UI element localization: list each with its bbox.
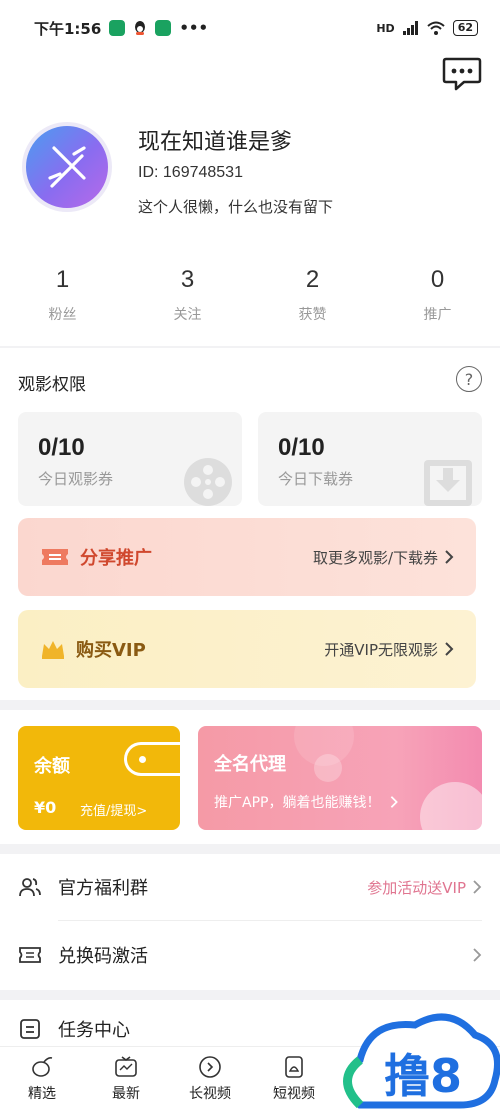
ticket-label: 今日下载券 <box>278 470 354 488</box>
stats-row: 1 粉丝 3 关注 2 获赞 0 推广 <box>0 266 500 324</box>
wallet-dot <box>139 756 146 763</box>
wifi-icon <box>427 21 445 35</box>
share-banner-action: 取更多观影/下载券 <box>312 548 438 567</box>
list-item-right <box>472 947 482 963</box>
ticket-value: 0/10 <box>38 434 85 461</box>
list-item-welfare-group[interactable]: 官方福利群 参加活动送VIP <box>0 854 500 920</box>
stat-label: 推广 <box>423 307 452 323</box>
tab-long-video[interactable]: 长视频 <box>168 1047 252 1111</box>
menu-list: 官方福利群 参加活动送VIP 兑换码激活 <box>0 854 500 990</box>
viewing-permission-section: 观影权限 ? 0/10 今日观影券 0/10 今日下载券 分享推广 取更多观影/… <box>0 348 500 700</box>
tab-label: 短视频 <box>273 1086 315 1102</box>
list-item-label: 任务中心 <box>58 1020 130 1041</box>
status-time: 下午1:56 <box>34 19 102 38</box>
list-item-label: 兑换码激活 <box>58 946 148 967</box>
avatar[interactable] <box>22 122 112 212</box>
short-video-icon <box>285 1056 303 1078</box>
group-users-icon <box>19 878 41 897</box>
profile-page: 下午1:56 ••• HD 62 现在知道谁是爹 ID: 169748531 这… <box>0 0 500 1111</box>
chevron-right-icon <box>390 796 398 808</box>
agent-subtitle-text: 推广APP，躺着也能赚钱！ <box>214 795 381 811</box>
stat-label: 关注 <box>173 307 202 323</box>
share-banner-action-wrap: 取更多观影/下载券 <box>313 547 454 568</box>
username: 现在知道谁是爹 <box>138 130 293 155</box>
help-icon[interactable]: ? <box>456 366 482 392</box>
seed-icon <box>32 1057 53 1077</box>
wallet-card[interactable]: 余额 ¥0 充值/提现> <box>18 726 180 830</box>
stat-likes[interactable]: 2 获赞 <box>250 266 375 324</box>
chevron-right-icon <box>445 550 454 564</box>
vip-banner-title: 购买VIP <box>76 640 146 661</box>
list-item-hint: 参加活动送VIP <box>367 878 466 897</box>
list-item-task-center[interactable]: 任务中心 <box>18 1016 130 1042</box>
stat-label: 获赞 <box>298 307 327 323</box>
network-label: HD <box>376 21 395 35</box>
stat-value: 2 <box>305 266 320 293</box>
shield-app-icon <box>109 20 126 36</box>
chevron-right-icon <box>473 948 482 962</box>
list-item-label: 官方福利群 <box>58 878 148 899</box>
wallet-icon <box>124 742 180 776</box>
watermark-text: 撸8 <box>384 1049 462 1103</box>
share-promotion-banner[interactable]: 分享推广 取更多观影/下载券 <box>18 518 476 596</box>
stat-value: 3 <box>180 266 195 293</box>
list-item-redeem-code[interactable]: 兑换码激活 <box>0 922 500 988</box>
profile-header: 现在知道谁是爹 ID: 169748531 这个人很懒，什么也没有留下 1 粉丝… <box>0 56 500 346</box>
vip-banner-action: 开通VIP无限观影 <box>324 640 438 659</box>
decor-bubble <box>314 754 342 782</box>
user-bio: 这个人很懒，什么也没有留下 <box>138 198 334 216</box>
battery-icon: 62 <box>452 20 478 36</box>
play-circle-icon <box>199 1056 221 1078</box>
download-box-icon <box>424 460 472 506</box>
signal-icon <box>402 21 418 35</box>
ticket-label: 今日观影券 <box>38 470 114 488</box>
tab-featured[interactable]: 精选 <box>0 1047 84 1111</box>
share-banner-title: 分享推广 <box>80 548 152 569</box>
wallet-title: 余额 <box>34 756 70 777</box>
watermark-logo: 撸8 <box>343 1013 500 1109</box>
shield-app-icon-2 <box>155 20 172 36</box>
redeem-ticket-icon <box>19 947 41 963</box>
section-title: 观影权限 <box>18 375 86 395</box>
list-item-right: 参加活动送VIP <box>367 877 482 898</box>
ticket-value: 0/10 <box>278 434 325 461</box>
chevron-right-icon <box>473 880 482 894</box>
stat-value: 0 <box>430 266 445 293</box>
stat-promotion[interactable]: 0 推广 <box>375 266 500 324</box>
recharge-withdraw-link[interactable]: 充值/提现> <box>80 800 147 819</box>
buy-vip-banner[interactable]: 购买VIP 开通VIP无限观影 <box>18 610 476 688</box>
ticket-icon <box>42 549 68 565</box>
qq-icon <box>135 21 146 35</box>
tab-short-video[interactable]: 短视频 <box>252 1047 336 1111</box>
wallet-amount: ¥0 <box>34 798 57 817</box>
tv-icon <box>115 1056 137 1077</box>
wallet-agent-section: 余额 ¥0 充值/提现> 全名代理 推广APP，躺着也能赚钱！ <box>0 710 500 844</box>
stat-following[interactable]: 3 关注 <box>125 266 250 324</box>
message-icon[interactable] <box>442 56 482 92</box>
decor-bubble <box>420 782 482 830</box>
vip-banner-action-wrap: 开通VIP无限观影 <box>324 639 454 660</box>
watch-ticket-card[interactable]: 0/10 今日观影券 <box>18 412 242 506</box>
status-more: ••• <box>179 19 209 37</box>
tab-label: 长视频 <box>189 1086 231 1102</box>
tab-label: 最新 <box>112 1086 140 1102</box>
agent-title: 全名代理 <box>214 754 286 775</box>
user-id: ID: 169748531 <box>138 164 243 181</box>
film-reel-icon <box>184 458 232 506</box>
stat-fans[interactable]: 1 粉丝 <box>0 266 125 324</box>
stat-value: 1 <box>55 266 70 293</box>
status-bar: 下午1:56 ••• HD 62 <box>0 0 500 56</box>
tab-latest[interactable]: 最新 <box>84 1047 168 1111</box>
crown-icon <box>42 641 64 659</box>
agent-subtitle: 推广APP，躺着也能赚钱！ <box>214 792 399 812</box>
divider <box>58 920 482 921</box>
tab-label: 精选 <box>28 1086 56 1102</box>
task-list-icon <box>20 1019 40 1039</box>
agent-card[interactable]: 全名代理 推广APP，躺着也能赚钱！ <box>198 726 482 830</box>
chevron-right-icon <box>445 642 454 656</box>
dragonfly-icon <box>48 146 86 188</box>
download-ticket-card[interactable]: 0/10 今日下载券 <box>258 412 482 506</box>
stat-label: 粉丝 <box>48 307 77 323</box>
